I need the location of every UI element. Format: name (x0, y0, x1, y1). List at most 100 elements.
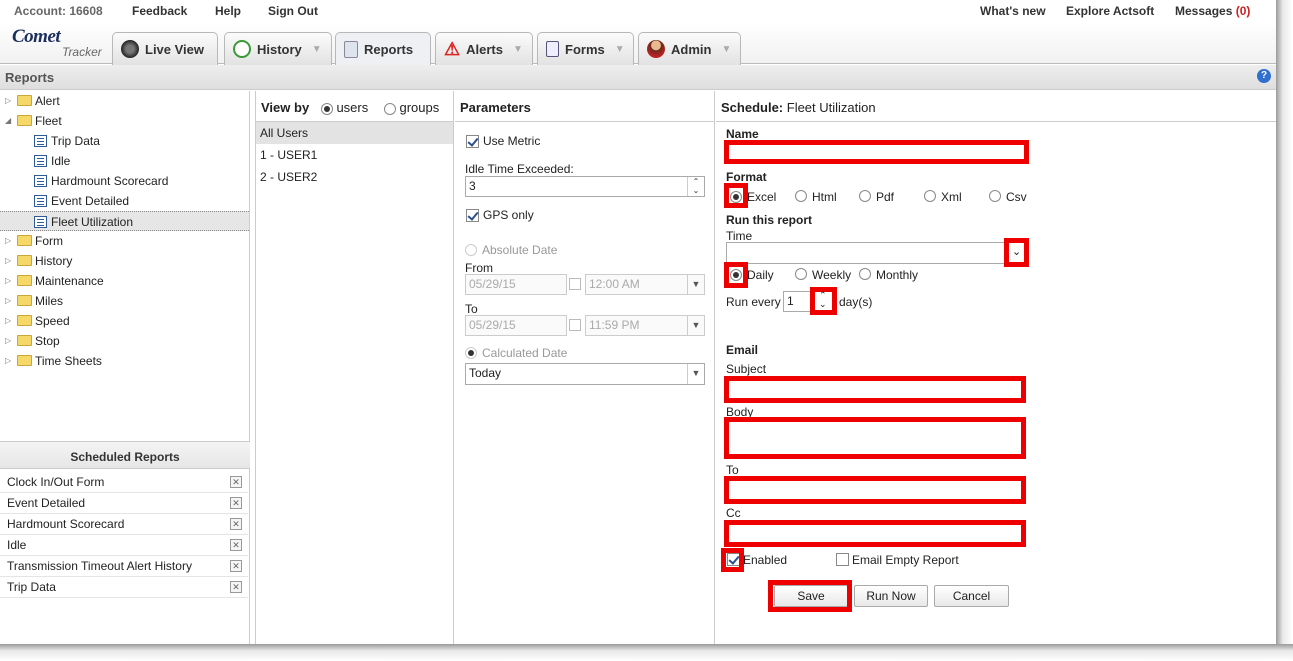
scheduled-item-label: Hardmount Scorecard (7, 517, 125, 531)
feedback-link[interactable]: Feedback (132, 4, 187, 18)
delete-icon[interactable]: ✕ (230, 476, 242, 488)
tree-label: Fleet (35, 114, 62, 128)
to-input[interactable] (724, 476, 1026, 504)
delete-icon[interactable]: ✕ (230, 560, 242, 572)
format-label: Format (726, 170, 767, 184)
tree-node-hardmount[interactable]: Hardmount Scorecard (0, 171, 249, 191)
report-icon (34, 195, 47, 207)
tab-bar: Comet Tracker Live View History ▼ Report… (0, 22, 1276, 66)
user-list-item-all[interactable]: All Users (256, 122, 453, 144)
weekly-radio[interactable] (795, 268, 807, 280)
scheduled-item-label: Idle (7, 538, 27, 552)
tree-node-history[interactable]: ▷ History (0, 251, 249, 271)
time-dropdown-button[interactable]: ⌄ (1004, 238, 1029, 267)
run-every-input[interactable]: 1 (783, 291, 811, 312)
tab-live-view[interactable]: Live View (112, 32, 218, 65)
delete-icon[interactable]: ✕ (230, 581, 242, 593)
xml-radio[interactable] (924, 190, 936, 202)
absolute-date-radio[interactable] (465, 244, 477, 256)
calculated-date-radio[interactable] (465, 347, 477, 359)
scheduled-item-label: Transmission Timeout Alert History (7, 559, 192, 573)
users-radio[interactable] (320, 102, 333, 115)
tree-label: Idle (51, 154, 71, 168)
warning-icon: ⚠ (444, 39, 461, 59)
tree-label: Stop (35, 334, 60, 348)
html-radio[interactable] (795, 190, 807, 202)
cc-input[interactable] (724, 520, 1026, 547)
subject-input[interactable] (724, 376, 1026, 403)
spinner-icon[interactable]: ⌃ ⌄ (687, 177, 704, 196)
tab-reports[interactable]: Reports (335, 32, 431, 66)
run-every-label: Run every (726, 295, 781, 309)
to-time-value: 11:59 PM (589, 318, 640, 332)
scheduled-item[interactable]: Idle ✕ (0, 535, 248, 556)
tree-node-event-detailed[interactable]: Event Detailed (0, 191, 249, 211)
delete-icon[interactable]: ✕ (230, 539, 242, 551)
groups-radio[interactable] (383, 102, 396, 115)
email-label: Email (726, 343, 759, 357)
from-date-input[interactable]: 05/29/15 (465, 274, 567, 295)
user-list-item[interactable]: 2 - USER2 (256, 166, 453, 188)
email-empty-checkbox[interactable] (836, 553, 849, 566)
messages-link[interactable]: Messages (0) (1175, 4, 1250, 18)
csv-radio[interactable] (989, 190, 1001, 202)
calculated-date-label: Calculated Date (482, 346, 568, 360)
tree-node-stop[interactable]: ▷ Stop (0, 331, 249, 351)
cancel-button[interactable]: Cancel (934, 585, 1009, 607)
tab-admin[interactable]: Admin ▼ (638, 32, 741, 65)
gps-only-checkbox[interactable] (466, 209, 479, 222)
tab-label: Alerts (466, 41, 503, 57)
tree-node-speed[interactable]: ▷ Speed (0, 311, 249, 331)
absolute-date-label: Absolute Date (482, 243, 558, 257)
tab-forms[interactable]: Forms ▼ (537, 32, 634, 65)
whats-new-link[interactable]: What's new (980, 4, 1046, 18)
scheduled-item[interactable]: Clock In/Out Form ✕ (0, 472, 248, 493)
calculated-date-select[interactable]: Today ▼ (465, 363, 705, 385)
schedule-title: Schedule: (721, 100, 784, 115)
tree-node-alert[interactable]: ▷ Alert (0, 91, 249, 111)
tree-node-fleet-utilization[interactable]: Fleet Utilization (0, 211, 249, 231)
to-date-input[interactable]: 05/29/15 (465, 315, 567, 336)
tree-node-miles[interactable]: ▷ Miles (0, 291, 249, 311)
tree-label: Hardmount Scorecard (51, 174, 169, 188)
explore-link[interactable]: Explore Actsoft (1066, 4, 1154, 18)
subject-label: Subject (726, 362, 767, 376)
tree-node-idle[interactable]: Idle (0, 151, 249, 171)
help-icon[interactable]: ? (1257, 69, 1271, 83)
chevron-down-icon: ▼ (614, 43, 625, 55)
tree-node-form[interactable]: ▷ Form (0, 231, 249, 251)
tree-node-fleet[interactable]: ◢ Fleet (0, 111, 249, 131)
pdf-radio[interactable] (859, 190, 871, 202)
body-textarea[interactable] (724, 417, 1026, 459)
run-every-spinner[interactable]: ⌃ ⌄ (810, 287, 837, 315)
calendar-icon[interactable] (569, 319, 581, 331)
user-list-item[interactable]: 1 - USER1 (256, 144, 453, 166)
to-time-select[interactable]: 11:59 PM ▼ (585, 315, 705, 336)
tree-node-time-sheets[interactable]: ▷ Time Sheets (0, 351, 249, 371)
to-label: To (726, 463, 739, 477)
groups-radio-label: groups (399, 100, 440, 115)
html-label: Html (812, 190, 837, 204)
gps-only-label: GPS only (483, 208, 534, 222)
tree-node-maintenance[interactable]: ▷ Maintenance (0, 271, 249, 291)
tab-alerts[interactable]: ⚠ Alerts ▼ (435, 32, 533, 65)
run-now-button[interactable]: Run Now (854, 585, 928, 607)
time-select[interactable] (726, 242, 1026, 264)
monthly-radio[interactable] (859, 268, 871, 280)
use-metric-checkbox[interactable] (466, 135, 479, 148)
scheduled-item[interactable]: Hardmount Scorecard ✕ (0, 514, 248, 535)
scheduled-item[interactable]: Transmission Timeout Alert History ✕ (0, 556, 248, 577)
scheduled-item[interactable]: Trip Data ✕ (0, 577, 248, 598)
delete-icon[interactable]: ✕ (230, 518, 242, 530)
tree-node-trip-data[interactable]: Trip Data (0, 131, 249, 151)
scheduled-item[interactable]: Event Detailed ✕ (0, 493, 248, 514)
sign-out-link[interactable]: Sign Out (268, 4, 318, 18)
delete-icon[interactable]: ✕ (230, 497, 242, 509)
from-time-select[interactable]: 12:00 AM ▼ (585, 274, 705, 295)
tab-history[interactable]: History ▼ (224, 32, 332, 65)
idle-time-input[interactable]: 3 ⌃ ⌄ (465, 176, 705, 197)
to-label: To (465, 302, 478, 316)
name-input[interactable] (724, 140, 1029, 164)
calendar-icon[interactable] (569, 278, 581, 290)
help-link[interactable]: Help (215, 4, 241, 18)
